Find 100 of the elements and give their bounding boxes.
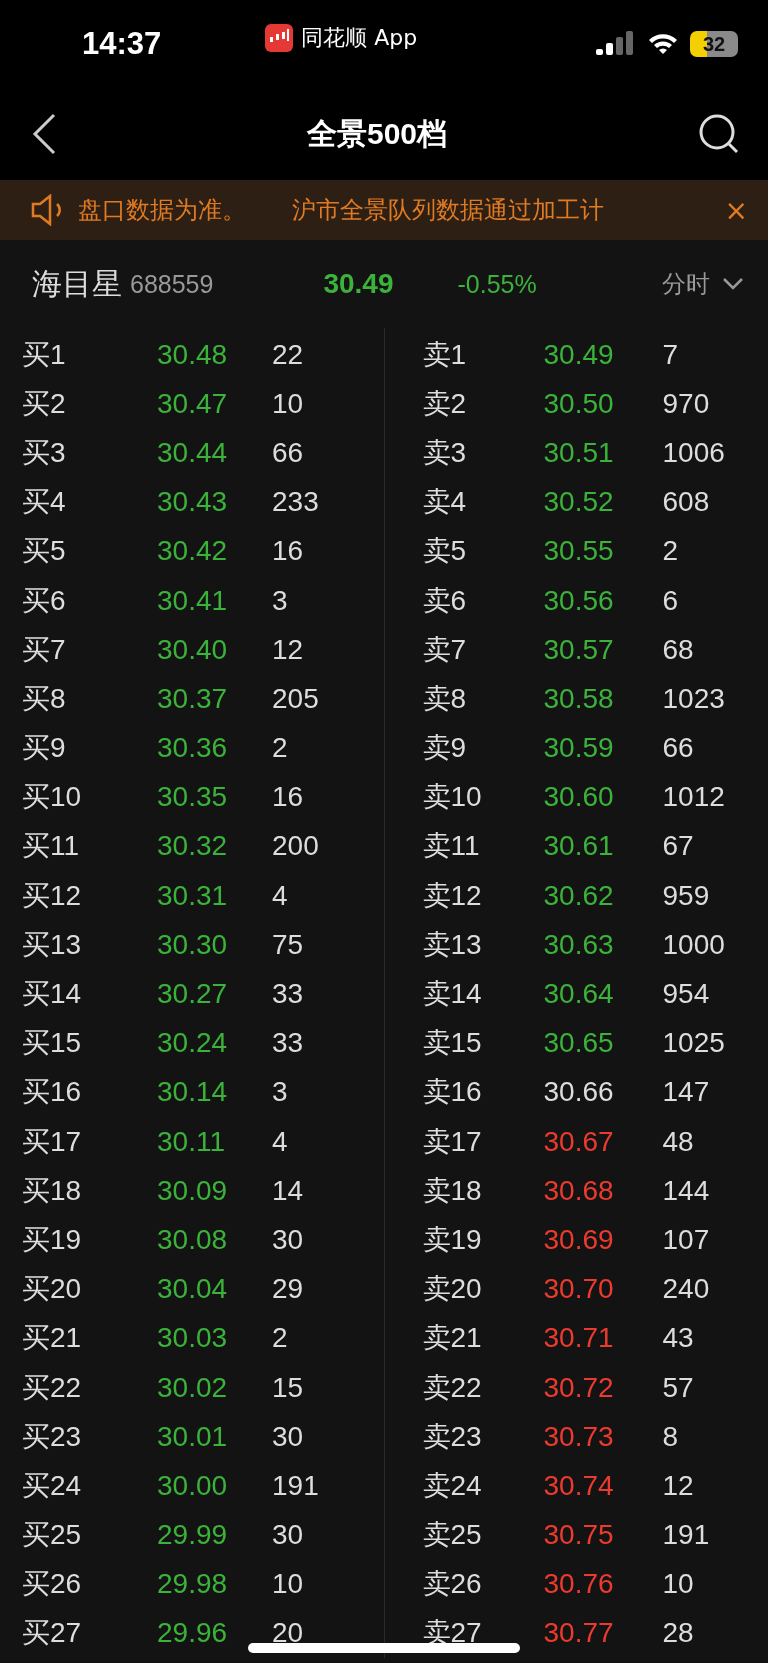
price-cell: 30.44 [157,436,228,469]
volume-cell: 8 [662,1420,679,1453]
status-time: 14:37 [82,26,162,62]
volume-cell: 107 [662,1223,710,1256]
volume-cell: 10 [662,1568,694,1601]
level-label: 买16 [22,1075,82,1110]
volume-cell: 4 [272,879,288,912]
price-cell: 30.43 [157,486,228,519]
volume-cell: 233 [272,486,319,519]
volume-cell: 191 [662,1519,710,1552]
level-label: 买8 [22,681,66,716]
price-cell: 30.40 [157,633,228,666]
level-label: 买25 [22,1518,82,1553]
level-label: 卖1 [422,337,467,372]
level-label: 买9 [22,731,66,766]
price-cell: 30.35 [157,781,228,814]
level-label: 卖21 [422,1321,482,1356]
level-label: 卖10 [422,780,482,815]
volume-cell: 20 [272,1617,304,1650]
level-label: 买19 [22,1222,82,1257]
level-label: 卖25 [422,1518,482,1553]
level-label: 买18 [22,1173,82,1208]
price-cell: 29.96 [157,1617,228,1650]
level-label: 卖14 [422,977,482,1012]
period-dropdown[interactable]: 分时 [662,268,744,300]
level-label: 卖24 [422,1468,482,1503]
level-label: 买12 [22,878,82,913]
price-cell: 30.57 [543,633,614,666]
level-label: 买15 [22,1026,82,1061]
level-label: 卖22 [422,1370,482,1405]
volume-cell: 7 [662,338,679,371]
price-cell: 30.36 [157,732,228,765]
level-label: 买20 [22,1272,82,1307]
level-label: 买4 [22,485,66,520]
volume-cell: 75 [272,928,304,961]
volume-cell: 14 [272,1174,304,1207]
volume-cell: 2 [272,1322,288,1355]
level-label: 卖7 [422,632,467,667]
level-label: 买22 [22,1370,82,1405]
volume-cell: 959 [662,879,710,912]
price-cell: 30.52 [543,486,614,519]
price-cell: 30.76 [543,1568,614,1601]
level-label: 卖11 [422,829,480,864]
price-cell: 30.60 [543,781,614,814]
volume-cell: 33 [272,1027,304,1060]
close-button[interactable]: × [724,193,748,227]
level-label: 卖19 [422,1222,482,1257]
level-label: 卖13 [422,927,482,962]
app-name: 同花顺 App [301,24,418,52]
price-cell: 30.73 [543,1420,614,1453]
level-label: 买11 [22,829,80,864]
volume-cell: 1000 [662,928,725,961]
price-cell: 30.74 [543,1469,614,1502]
price-cell: 30.03 [157,1322,228,1355]
price-cell: 30.61 [543,830,614,863]
level-label: 买27 [22,1616,82,1651]
level-label: 卖6 [422,583,467,618]
volume-cell: 6 [662,584,679,617]
level-label: 买3 [22,435,66,470]
price-cell: 30.08 [157,1223,228,1256]
level-label: 买13 [22,927,82,962]
volume-cell: 1023 [662,682,725,715]
price-cell: 30.68 [543,1174,614,1207]
search-icon[interactable] [698,113,740,155]
price-cell: 30.30 [157,928,228,961]
level-label: 买7 [22,632,66,667]
price-cell: 30.66 [543,1076,614,1109]
level-label: 买5 [22,534,66,569]
level-label: 买6 [22,583,66,618]
price-cell: 30.64 [543,978,614,1011]
volume-cell: 1025 [662,1027,725,1060]
level-label: 买21 [22,1321,82,1356]
notice-text: 盘口数据为准。 [78,195,246,226]
back-icon[interactable] [32,113,56,155]
price-cell: 30.59 [543,732,614,765]
level-label: 卖17 [422,1124,482,1159]
price-cell: 30.31 [157,879,228,912]
volume-cell: 16 [272,781,304,814]
price-cell: 30.65 [543,1027,614,1060]
volume-cell: 30 [272,1519,304,1552]
level-label: 卖26 [422,1567,482,1602]
price-cell: 30.49 [543,338,614,371]
stock-price: 30.49 [323,268,394,300]
price-cell: 30.24 [157,1027,228,1060]
level-label: 买2 [22,386,66,421]
price-cell: 30.71 [543,1322,614,1355]
volume-cell: 608 [662,486,710,519]
volume-cell: 200 [272,830,319,863]
stock-code: 688559 [130,269,214,299]
volume-cell: 2 [662,535,679,568]
price-cell: 30.04 [157,1273,228,1306]
price-cell: 30.51 [543,436,614,469]
level-label: 卖18 [422,1173,482,1208]
volume-cell: 205 [272,682,319,715]
price-cell: 30.50 [543,387,614,420]
price-cell: 30.62 [543,879,614,912]
app-logo-icon [265,24,294,52]
page-title: 全景500档 [306,115,448,152]
volume-cell: 28 [662,1617,694,1650]
volume-cell: 30 [272,1223,304,1256]
